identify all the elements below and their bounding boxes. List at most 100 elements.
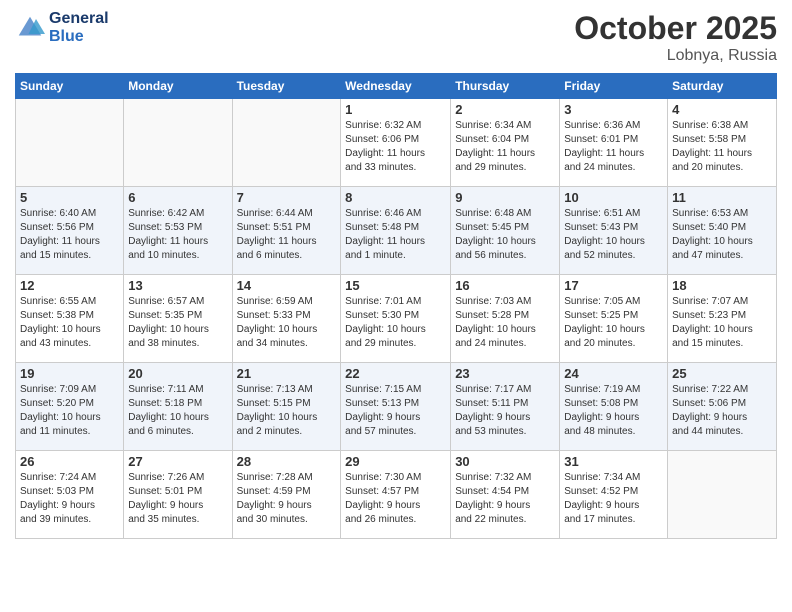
table-row: 28 Sunrise: 7:28 AM Sunset: 4:59 PM Dayli…	[232, 451, 341, 539]
title-block: October 2025 Lobnya, Russia	[574, 10, 777, 65]
calendar-week-row: 12 Sunrise: 6:55 AM Sunset: 5:38 PM Dayli…	[16, 275, 777, 363]
day-detail: Sunrise: 7:34 AM Sunset: 4:52 PM Dayligh…	[564, 471, 663, 527]
table-row: 13Sunrise: 6:57 AM Sunset: 5:35 PM Dayli…	[124, 275, 232, 363]
table-row: 9Sunrise: 6:48 AM Sunset: 5:45 PM Daylig…	[451, 187, 560, 275]
table-row: 2Sunrise: 6:34 AM Sunset: 6:04 PM Daylig…	[451, 99, 560, 187]
calendar-week-row: 26 Sunrise: 7:24 AM Sunset: 5:03 PM Dayli…	[16, 451, 777, 539]
table-row: 12 Sunrise: 6:55 AM Sunset: 5:38 PM Dayli…	[16, 275, 124, 363]
day-detail: Sunrise: 7:30 AM Sunset: 4:57 PM Dayligh…	[345, 471, 446, 527]
day-detail: Sunrise: 7:13 AM Sunset: 5:15 PM Dayligh…	[237, 383, 337, 439]
calendar-title: October 2025	[574, 10, 777, 47]
day-number: 1	[345, 102, 446, 117]
day-detail: Sunrise: 6:36 AM Sunset: 6:01 PM Dayligh…	[564, 119, 663, 175]
col-sunday: Sunday	[16, 74, 124, 99]
calendar-week-row: 5 Sunrise: 6:40 AM Sunset: 5:56 PM Daylig…	[16, 187, 777, 275]
table-row: 22 Sunrise: 7:15 AM Sunset: 5:13 PM Dayli…	[341, 363, 451, 451]
day-number: 27	[128, 454, 227, 469]
day-detail: Sunrise: 7:11 AM Sunset: 5:18 PM Dayligh…	[128, 383, 227, 439]
day-detail: Sunrise: 6:53 AM Sunset: 5:40 PM Dayligh…	[672, 207, 772, 263]
day-number: 28	[237, 454, 337, 469]
day-detail: Sunrise: 7:17 AM Sunset: 5:11 PM Dayligh…	[455, 383, 555, 439]
table-row: 30 Sunrise: 7:32 AM Sunset: 4:54 PM Dayli…	[451, 451, 560, 539]
table-row: 14 Sunrise: 6:59 AM Sunset: 5:33 PM Dayli…	[232, 275, 341, 363]
table-row: 24Sunrise: 7:19 AM Sunset: 5:08 PM Dayli…	[560, 363, 668, 451]
day-number: 23	[455, 366, 555, 381]
table-row: 26 Sunrise: 7:24 AM Sunset: 5:03 PM Dayli…	[16, 451, 124, 539]
col-saturday: Saturday	[668, 74, 777, 99]
day-detail: Sunrise: 6:34 AM Sunset: 6:04 PM Dayligh…	[455, 119, 555, 175]
table-row	[16, 99, 124, 187]
day-detail: Sunrise: 7:15 AM Sunset: 5:13 PM Dayligh…	[345, 383, 446, 439]
page-container: General Blue October 2025 Lobnya, Russia…	[0, 0, 792, 612]
day-detail: Sunrise: 7:09 AM Sunset: 5:20 PM Dayligh…	[20, 383, 119, 439]
day-detail: Sunrise: 7:24 AM Sunset: 5:03 PM Dayligh…	[20, 471, 119, 527]
table-row: 21 Sunrise: 7:13 AM Sunset: 5:15 PM Dayli…	[232, 363, 341, 451]
table-row: 5 Sunrise: 6:40 AM Sunset: 5:56 PM Daylig…	[16, 187, 124, 275]
day-number: 18	[672, 278, 772, 293]
table-row	[668, 451, 777, 539]
day-number: 9	[455, 190, 555, 205]
table-row: 17Sunrise: 7:05 AM Sunset: 5:25 PM Dayli…	[560, 275, 668, 363]
day-number: 5	[20, 190, 119, 205]
col-thursday: Thursday	[451, 74, 560, 99]
day-detail: Sunrise: 6:38 AM Sunset: 5:58 PM Dayligh…	[672, 119, 772, 175]
col-tuesday: Tuesday	[232, 74, 341, 99]
table-row: 19Sunrise: 7:09 AM Sunset: 5:20 PM Dayli…	[16, 363, 124, 451]
table-row: 27 Sunrise: 7:26 AM Sunset: 5:01 PM Dayli…	[124, 451, 232, 539]
logo: General Blue	[15, 10, 109, 46]
day-detail: Sunrise: 6:42 AM Sunset: 5:53 PM Dayligh…	[128, 207, 227, 263]
day-detail: Sunrise: 7:22 AM Sunset: 5:06 PM Dayligh…	[672, 383, 772, 439]
table-row: 25 Sunrise: 7:22 AM Sunset: 5:06 PM Dayli…	[668, 363, 777, 451]
day-number: 31	[564, 454, 663, 469]
page-header: General Blue October 2025 Lobnya, Russia	[15, 10, 777, 65]
day-number: 22	[345, 366, 446, 381]
day-detail: Sunrise: 7:28 AM Sunset: 4:59 PM Dayligh…	[237, 471, 337, 527]
table-row: 8Sunrise: 6:46 AM Sunset: 5:48 PM Daylig…	[341, 187, 451, 275]
day-detail: Sunrise: 6:44 AM Sunset: 5:51 PM Dayligh…	[237, 207, 337, 263]
day-number: 14	[237, 278, 337, 293]
day-detail: Sunrise: 6:40 AM Sunset: 5:56 PM Dayligh…	[20, 207, 119, 263]
table-row: 3Sunrise: 6:36 AM Sunset: 6:01 PM Daylig…	[560, 99, 668, 187]
table-row: 31 Sunrise: 7:34 AM Sunset: 4:52 PM Dayli…	[560, 451, 668, 539]
day-detail: Sunrise: 6:51 AM Sunset: 5:43 PM Dayligh…	[564, 207, 663, 263]
day-number: 12	[20, 278, 119, 293]
calendar-week-row: 1 Sunrise: 6:32 AM Sunset: 6:06 PM Daylig…	[16, 99, 777, 187]
calendar-table: Sunday Monday Tuesday Wednesday Thursday…	[15, 73, 777, 539]
day-number: 11	[672, 190, 772, 205]
day-number: 4	[672, 102, 772, 117]
day-number: 21	[237, 366, 337, 381]
table-row: 18 Sunrise: 7:07 AM Sunset: 5:23 PM Dayli…	[668, 275, 777, 363]
day-detail: Sunrise: 6:46 AM Sunset: 5:48 PM Dayligh…	[345, 207, 446, 263]
day-number: 26	[20, 454, 119, 469]
logo-icon	[15, 13, 45, 43]
table-row: 6Sunrise: 6:42 AM Sunset: 5:53 PM Daylig…	[124, 187, 232, 275]
day-number: 24	[564, 366, 663, 381]
day-detail: Sunrise: 7:01 AM Sunset: 5:30 PM Dayligh…	[345, 295, 446, 351]
table-row: 29 Sunrise: 7:30 AM Sunset: 4:57 PM Dayli…	[341, 451, 451, 539]
calendar-subtitle: Lobnya, Russia	[574, 47, 777, 65]
col-monday: Monday	[124, 74, 232, 99]
day-number: 25	[672, 366, 772, 381]
calendar-week-row: 19Sunrise: 7:09 AM Sunset: 5:20 PM Dayli…	[16, 363, 777, 451]
table-row: 1 Sunrise: 6:32 AM Sunset: 6:06 PM Daylig…	[341, 99, 451, 187]
table-row: 10 Sunrise: 6:51 AM Sunset: 5:43 PM Dayli…	[560, 187, 668, 275]
col-wednesday: Wednesday	[341, 74, 451, 99]
day-number: 29	[345, 454, 446, 469]
table-row	[232, 99, 341, 187]
day-detail: Sunrise: 7:26 AM Sunset: 5:01 PM Dayligh…	[128, 471, 227, 527]
table-row: 20Sunrise: 7:11 AM Sunset: 5:18 PM Dayli…	[124, 363, 232, 451]
day-number: 30	[455, 454, 555, 469]
day-detail: Sunrise: 7:07 AM Sunset: 5:23 PM Dayligh…	[672, 295, 772, 351]
table-row	[124, 99, 232, 187]
day-detail: Sunrise: 6:55 AM Sunset: 5:38 PM Dayligh…	[20, 295, 119, 351]
day-number: 10	[564, 190, 663, 205]
day-detail: Sunrise: 6:57 AM Sunset: 5:35 PM Dayligh…	[128, 295, 227, 351]
day-detail: Sunrise: 6:32 AM Sunset: 6:06 PM Dayligh…	[345, 119, 446, 175]
day-detail: Sunrise: 7:32 AM Sunset: 4:54 PM Dayligh…	[455, 471, 555, 527]
day-detail: Sunrise: 7:05 AM Sunset: 5:25 PM Dayligh…	[564, 295, 663, 351]
day-detail: Sunrise: 7:03 AM Sunset: 5:28 PM Dayligh…	[455, 295, 555, 351]
table-row: 23 Sunrise: 7:17 AM Sunset: 5:11 PM Dayli…	[451, 363, 560, 451]
day-detail: Sunrise: 6:59 AM Sunset: 5:33 PM Dayligh…	[237, 295, 337, 351]
logo-text: General Blue	[49, 10, 109, 46]
table-row: 16Sunrise: 7:03 AM Sunset: 5:28 PM Dayli…	[451, 275, 560, 363]
